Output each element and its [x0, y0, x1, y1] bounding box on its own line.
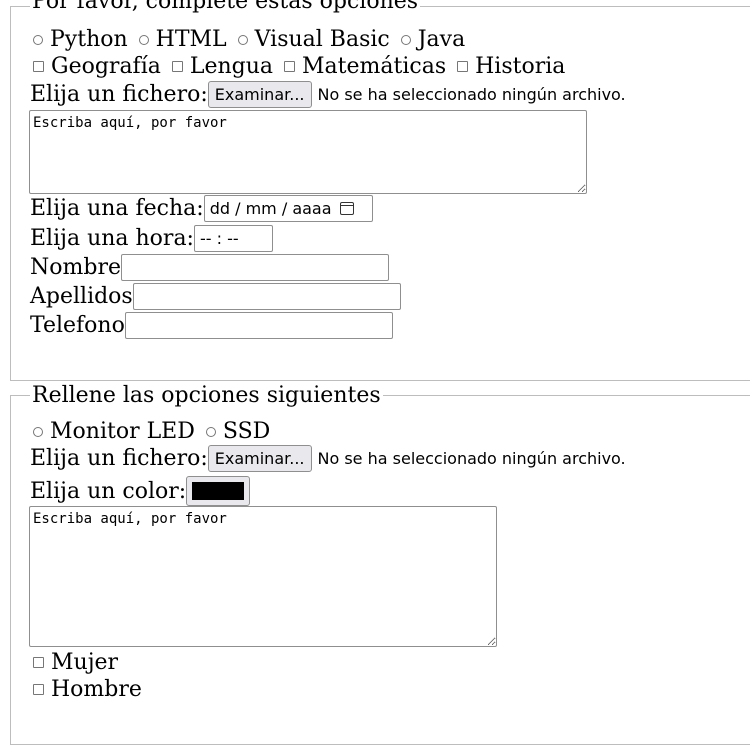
phone-input[interactable] — [124, 312, 393, 339]
surname-row: Apellidos — [30, 283, 401, 310]
radio-label: Visual Basic — [254, 27, 390, 52]
subject-checkbox-group: Geografía Lengua Matemáticas Historia — [30, 54, 573, 79]
checkbox-label: Lengua — [189, 54, 274, 79]
checkbox-label: Hombre — [51, 677, 142, 702]
checkbox-matematicas[interactable]: Matemáticas — [281, 54, 446, 79]
radio-ssd[interactable]: SSD — [203, 419, 270, 444]
color-swatch — [192, 482, 245, 500]
name-input[interactable] — [120, 254, 389, 281]
checkbox-hombre[interactable]: Hombre — [30, 677, 142, 702]
radio-button[interactable] — [400, 34, 411, 45]
checkbox-lengua[interactable]: Lengua — [169, 54, 273, 79]
color-label: Elija un color: — [30, 478, 187, 504]
color-row: Elija un color: — [30, 476, 251, 506]
comment-textarea[interactable]: Escriba aquí, por favor — [29, 110, 587, 194]
date-placeholder: dd / mm / aaaa — [209, 199, 332, 218]
checkbox-historia[interactable]: Historia — [454, 54, 565, 79]
checkbox[interactable] — [457, 61, 469, 72]
time-input[interactable]: -- : -- — [193, 225, 273, 252]
radio-button[interactable] — [237, 34, 248, 45]
browse-button[interactable]: Examinar... — [207, 81, 312, 108]
radio-button[interactable] — [33, 34, 43, 45]
product-radio-group: Monitor LED SSD — [30, 419, 278, 444]
radio-python[interactable]: Python — [30, 27, 128, 52]
checkbox-hombre-row: Hombre — [30, 677, 150, 702]
radio-label: SSD — [222, 419, 271, 444]
surname-input[interactable] — [132, 283, 401, 310]
browse-button[interactable]: Examinar... — [207, 445, 312, 472]
radio-label: Python — [50, 27, 128, 52]
name-label: Nombre — [30, 255, 121, 280]
radio-html[interactable]: HTML — [136, 27, 227, 52]
checkbox-label: Mujer — [51, 650, 119, 675]
language-radio-group: Python HTML Visual Basic Java — [30, 27, 473, 52]
options-fieldset: Por favor, complete estas opciones Pytho… — [10, 0, 750, 381]
phone-row: Telefono — [30, 312, 393, 339]
checkbox-label: Geografía — [51, 54, 161, 79]
checkbox-mujer-row: Mujer — [30, 650, 126, 675]
secondary-fieldset: Rellene las opciones siguientes Monitor … — [10, 384, 750, 745]
radio-monitor-led[interactable]: Monitor LED — [30, 419, 195, 444]
checkbox-geografia[interactable]: Geografía — [30, 54, 161, 79]
name-row: Nombre — [30, 254, 389, 281]
surname-label: Apellidos — [30, 284, 133, 309]
checkbox[interactable] — [33, 684, 44, 695]
fieldset-legend: Por favor, complete estas opciones — [30, 0, 421, 14]
radio-button[interactable] — [33, 426, 43, 437]
checkbox[interactable] — [171, 61, 183, 72]
phone-label: Telefono — [30, 313, 125, 338]
file-picker-row: Elija un fichero: Examinar... No se ha s… — [30, 81, 626, 108]
date-label: Elija una fecha: — [30, 196, 204, 221]
radio-button[interactable] — [138, 34, 149, 45]
radio-java[interactable]: Java — [398, 27, 465, 52]
checkbox-label: Historia — [475, 54, 566, 79]
file-picker-row: Elija un fichero: Examinar... No se ha s… — [30, 445, 626, 472]
date-row: Elija una fecha: dd / mm / aaaa — [30, 195, 373, 222]
calendar-icon[interactable] — [339, 202, 354, 215]
color-picker[interactable] — [186, 476, 251, 506]
radio-button[interactable] — [205, 426, 216, 437]
checkbox-label: Matemáticas — [302, 54, 447, 79]
file-label: Elija un fichero: — [30, 82, 208, 107]
radio-label: HTML — [155, 27, 227, 52]
radio-visual-basic[interactable]: Visual Basic — [235, 27, 390, 52]
comment-textarea[interactable]: Escriba aquí, por favor — [29, 506, 497, 647]
time-label: Elija una hora: — [30, 226, 194, 251]
file-status-text: No se ha seleccionado ningún archivo. — [317, 449, 626, 468]
checkbox[interactable] — [33, 657, 44, 668]
radio-label: Java — [417, 27, 466, 52]
file-label: Elija un fichero: — [30, 446, 208, 471]
time-row: Elija una hora: -- : -- — [30, 225, 273, 252]
time-placeholder: -- : -- — [199, 229, 239, 248]
date-input[interactable]: dd / mm / aaaa — [203, 195, 373, 222]
checkbox[interactable] — [33, 61, 44, 72]
checkbox-mujer[interactable]: Mujer — [30, 650, 118, 675]
fieldset-legend: Rellene las opciones siguientes — [30, 383, 383, 408]
checkbox[interactable] — [284, 61, 296, 72]
file-status-text: No se ha seleccionado ningún archivo. — [317, 85, 626, 104]
radio-label: Monitor LED — [50, 419, 195, 444]
